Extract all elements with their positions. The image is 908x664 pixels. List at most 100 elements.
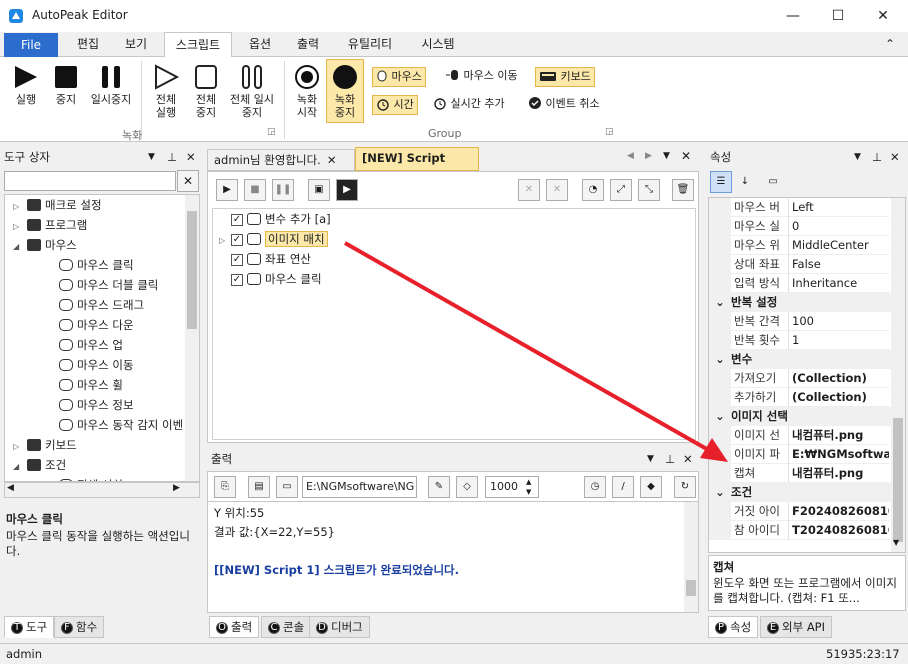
expand-arrow-icon[interactable]: ◢: [13, 237, 25, 257]
record-stop-button[interactable]: 녹화 중지: [326, 59, 364, 123]
property-value[interactable]: 내컴퓨터.png: [789, 426, 889, 445]
clear-search-button[interactable]: ✕: [177, 170, 199, 192]
expand-arrow-icon[interactable]: ▷: [219, 231, 231, 251]
property-value[interactable]: (Collection): [789, 388, 889, 407]
property-row[interactable]: 입력 방식 Inheritance: [709, 274, 905, 293]
pin-icon[interactable]: ⊥: [665, 447, 675, 471]
item-checkbox[interactable]: ✓: [231, 213, 243, 226]
toolbox-item[interactable]: 마우스 업: [5, 335, 199, 355]
close-icon[interactable]: ✕: [186, 145, 196, 169]
toolbox-item[interactable]: ▷ 키보드: [5, 435, 199, 455]
toolbox-item[interactable]: 마우스 정보: [5, 395, 199, 415]
scroll-left-icon[interactable]: ◀: [627, 151, 634, 161]
property-row[interactable]: 마우스 실0: [709, 217, 905, 236]
tab-console[interactable]: C 콘솔: [261, 616, 312, 638]
record-start-button[interactable]: 녹화 시작: [288, 60, 326, 119]
property-row[interactable]: 상대 좌표 False: [709, 255, 905, 274]
property-row[interactable]: 추가하기 (Collection): [709, 388, 905, 407]
ribbon-collapse-icon[interactable]: ⌃: [880, 32, 900, 57]
magic-wand-icon[interactable]: ✎: [428, 476, 450, 498]
property-value[interactable]: (Collection): [789, 369, 889, 388]
toolbox-item[interactable]: ▷ 매크로 설정: [5, 195, 199, 215]
item-checkbox[interactable]: ✓: [231, 273, 243, 286]
new-log-button[interactable]: ⎘: [214, 476, 236, 498]
scroll-thumb[interactable]: [686, 580, 696, 596]
save-icon[interactable]: ▤: [248, 476, 270, 498]
toolbox-item[interactable]: ◢ 조건: [5, 455, 199, 475]
property-value[interactable]: MiddleCenter: [789, 236, 889, 255]
dropdown-icon[interactable]: ▼: [148, 145, 155, 169]
property-value[interactable]: T2024082608101: [789, 521, 889, 540]
folder-icon[interactable]: ▭: [276, 476, 298, 498]
property-row[interactable]: 반복 횟수 1: [709, 331, 905, 350]
expand-arrow-icon[interactable]: ▷: [13, 217, 25, 237]
scroll-thumb[interactable]: [893, 418, 903, 542]
property-category[interactable]: ⌄ 반복 설정: [709, 293, 905, 312]
property-row[interactable]: 참 아이디T2024082608101: [709, 521, 905, 540]
menu-utility[interactable]: 유틸리티: [338, 32, 402, 57]
log-limit-stepper[interactable]: 1000 ▲ ▼: [485, 476, 539, 498]
collapse-icon[interactable]: ⌄: [709, 407, 731, 426]
item-checkbox[interactable]: ✓: [231, 233, 243, 246]
refresh-icon[interactable]: ↻: [674, 476, 696, 498]
alphabetical-sort-icon[interactable]: ↓: [734, 171, 756, 193]
scroll-right-icon[interactable]: ▶: [645, 151, 652, 161]
trash-icon[interactable]: 🗑: [672, 179, 694, 201]
script-item[interactable]: ✓ 마우스 클릭: [213, 269, 695, 289]
toolbox-item[interactable]: ▷ 프로그램: [5, 215, 199, 235]
collapse-icon[interactable]: ⌄: [709, 293, 731, 312]
expand-arrow-icon[interactable]: ▷: [13, 437, 25, 457]
property-value[interactable]: 100: [789, 312, 889, 331]
expand-arrow-icon[interactable]: ◢: [13, 457, 25, 477]
property-value[interactable]: 내컴퓨터.png: [789, 464, 889, 483]
pin-icon[interactable]: ⊥: [167, 145, 177, 169]
fill-bucket-icon[interactable]: ◆: [640, 476, 662, 498]
property-category[interactable]: ⌄ 이미지 선택: [709, 407, 905, 426]
tab-output[interactable]: O 출력: [209, 616, 260, 638]
toolbox-scrollbar[interactable]: [185, 195, 199, 481]
stop-script-button[interactable]: ■: [244, 179, 266, 201]
keyboard-toggle[interactable]: 키보드: [535, 67, 595, 87]
close-icon[interactable]: ✕: [683, 447, 693, 471]
toolbox-item[interactable]: 마우스 휠: [5, 375, 199, 395]
script-item[interactable]: ▷ ✓ 이미지 매치: [213, 229, 695, 249]
toolbox-hscroll[interactable]: ◀ ▶: [4, 482, 200, 498]
property-category[interactable]: ⌄ 변수: [709, 350, 905, 369]
property-row[interactable]: 마우스 버 Left: [709, 198, 905, 217]
script-item[interactable]: ✓ 좌표 연산: [213, 249, 695, 269]
tab-tools[interactable]: T 도구: [4, 616, 55, 638]
run-all-button[interactable]: 전체 실행: [146, 60, 186, 119]
toolbox-item[interactable]: 픽셀 서치: [5, 475, 199, 481]
toolbox-item[interactable]: 마우스 동작 감지 이벤: [5, 415, 199, 435]
tab-list-icon[interactable]: ▼: [663, 151, 670, 161]
menu-script[interactable]: 스크립트: [164, 32, 232, 58]
menu-output[interactable]: 출력: [284, 32, 332, 57]
close-icon[interactable]: ✕: [681, 149, 691, 163]
collapse-icon[interactable]: ⌄: [709, 483, 731, 502]
toolbox-item[interactable]: 마우스 이동: [5, 355, 199, 375]
property-category[interactable]: ⌄ 조건: [709, 483, 905, 502]
pause-all-button[interactable]: 전체 일시중지: [226, 60, 278, 119]
toolbox-item[interactable]: 마우스 다운: [5, 315, 199, 335]
output-path-input[interactable]: E:\NGMsoftware\NG: [302, 476, 417, 498]
property-value[interactable]: Inheritance: [789, 274, 889, 293]
property-row[interactable]: 캡쳐 내컴퓨터.png: [709, 464, 905, 483]
tab-welcome[interactable]: admin님 환영합니다. ✕: [207, 149, 355, 171]
dropdown-icon[interactable]: ▼: [854, 145, 861, 169]
stop-button[interactable]: 중지: [46, 60, 86, 106]
mouse-move-toggle[interactable]: 마우스 이동: [443, 67, 521, 87]
property-value[interactable]: 0: [789, 217, 889, 236]
property-pages-icon[interactable]: ▭: [762, 171, 784, 193]
realtime-add-toggle[interactable]: 실시간 추가: [430, 95, 508, 115]
property-value[interactable]: F2024082608101: [789, 502, 889, 521]
toolbox-item[interactable]: ◢ 마우스: [5, 235, 199, 255]
toolbox-item[interactable]: 마우스 드래그: [5, 295, 199, 315]
pause-script-button[interactable]: ❚❚: [272, 179, 294, 201]
run-button[interactable]: 실행: [6, 60, 46, 106]
menu-system[interactable]: 시스템: [410, 32, 466, 57]
property-value[interactable]: 1: [789, 331, 889, 350]
mouse-toggle[interactable]: 마우스: [372, 67, 426, 87]
categorized-view-icon[interactable]: ☰: [710, 171, 732, 193]
property-row[interactable]: 마우스 위 MiddleCenter: [709, 236, 905, 255]
brush-icon[interactable]: /: [612, 476, 634, 498]
